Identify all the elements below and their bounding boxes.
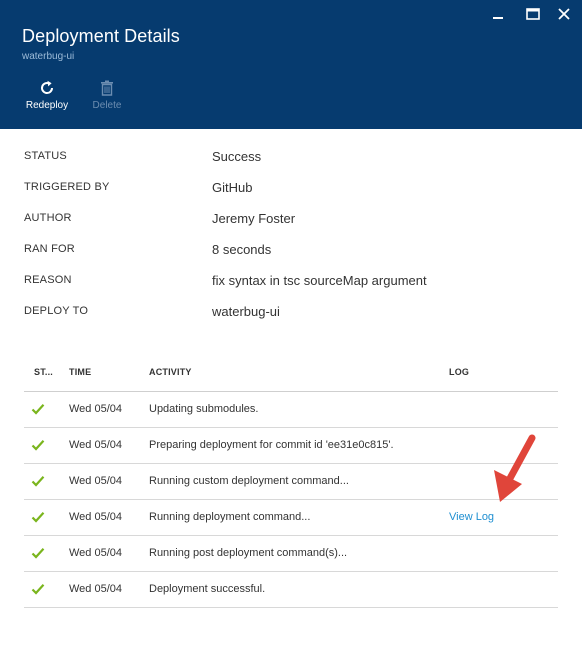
row-time: Wed 05/04	[69, 547, 123, 559]
row-time: Wed 05/04	[69, 403, 123, 415]
row-activity: Deployment successful.	[149, 583, 266, 595]
delete-button[interactable]: Delete	[82, 78, 132, 111]
row-activity: Running deployment command...	[149, 511, 311, 523]
success-check-icon	[31, 440, 45, 451]
minimize-button[interactable]	[486, 4, 510, 24]
blade-title: Deployment Details	[22, 26, 180, 46]
table-row[interactable]: Wed 05/04 Updating submodules.	[24, 392, 558, 428]
annotation-arrow-icon	[494, 434, 536, 502]
property-row-deploy-to: DEPLOY TO waterbug-ui	[0, 295, 582, 326]
redeploy-label: Redeploy	[25, 100, 69, 111]
property-key: DEPLOY TO	[24, 305, 89, 317]
property-row-reason: REASON fix syntax in tsc sourceMap argum…	[0, 264, 582, 295]
column-header-time[interactable]: TIME	[69, 367, 91, 377]
close-button[interactable]	[552, 4, 576, 24]
redeploy-button[interactable]: Redeploy	[22, 78, 72, 111]
refresh-icon	[41, 80, 54, 94]
property-key: STATUS	[24, 150, 67, 162]
property-row-ran-for: RAN FOR 8 seconds	[0, 233, 582, 264]
property-row-status: STATUS Success	[0, 140, 582, 171]
row-time: Wed 05/04	[69, 439, 123, 451]
property-value: fix syntax in tsc sourceMap argument	[212, 273, 427, 288]
property-row-triggered-by: TRIGGERED BY GitHub	[0, 171, 582, 202]
table-row[interactable]: Wed 05/04 Deployment successful.	[24, 572, 558, 608]
row-time: Wed 05/04	[69, 475, 123, 487]
blade-header: Deployment Details waterbug-ui Redeploy	[0, 0, 582, 129]
row-activity: Running custom deployment command...	[149, 475, 349, 487]
column-header-log[interactable]: LOG	[449, 367, 469, 377]
property-key: REASON	[24, 274, 72, 286]
maximize-icon	[526, 8, 540, 20]
minimize-icon	[493, 17, 503, 19]
maximize-button[interactable]	[521, 4, 545, 24]
row-time: Wed 05/04	[69, 583, 123, 595]
success-check-icon	[31, 476, 45, 487]
row-activity: Preparing deployment for commit id 'ee31…	[149, 439, 394, 451]
property-value: waterbug-ui	[212, 304, 280, 319]
property-value: Success	[212, 149, 262, 164]
column-header-activity[interactable]: ACTIVITY	[149, 367, 192, 377]
table-row[interactable]: Wed 05/04 Running post deployment comman…	[24, 536, 558, 572]
property-row-author: AUTHOR Jeremy Foster	[0, 202, 582, 233]
close-icon	[558, 8, 570, 20]
row-activity: Updating submodules.	[149, 403, 259, 415]
delete-label: Delete	[92, 100, 122, 111]
property-value: Jeremy Foster	[212, 211, 296, 226]
view-log-link[interactable]: View Log	[449, 511, 494, 523]
row-time: Wed 05/04	[69, 511, 123, 523]
property-key: TRIGGERED BY	[24, 181, 110, 193]
column-header-status[interactable]: ST...	[34, 367, 53, 377]
row-activity: Running post deployment command(s)...	[149, 547, 348, 559]
property-key: AUTHOR	[24, 212, 72, 224]
table-header: ST... TIME ACTIVITY LOG	[24, 355, 558, 392]
success-check-icon	[31, 404, 45, 415]
success-check-icon	[31, 584, 45, 595]
property-key: RAN FOR	[24, 243, 75, 255]
success-check-icon	[31, 548, 45, 559]
property-value: GitHub	[212, 180, 253, 195]
property-value: 8 seconds	[212, 242, 272, 257]
blade-subtitle: waterbug-ui	[22, 51, 75, 62]
success-check-icon	[31, 512, 45, 523]
trash-icon	[101, 80, 113, 96]
